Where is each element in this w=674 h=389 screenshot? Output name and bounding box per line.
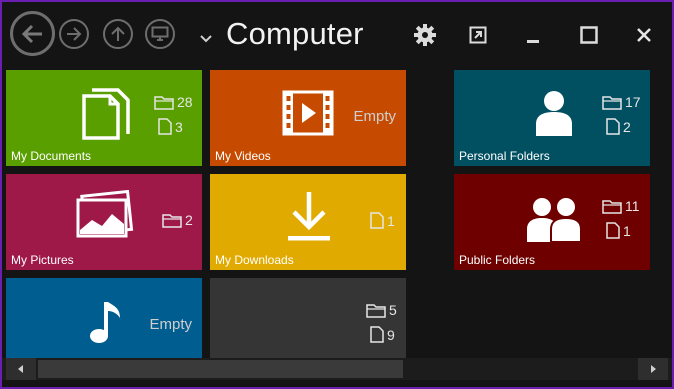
popout-icon (469, 26, 487, 44)
folder-count-value: 11 (625, 198, 640, 214)
gear-icon (414, 24, 436, 46)
file-count: 1 (370, 212, 395, 229)
tile-label: My Documents (11, 149, 92, 163)
tile-label: My Videos (215, 149, 271, 163)
scrollbar-thumb[interactable] (38, 360, 403, 378)
triangle-left-icon (18, 365, 23, 373)
download-icon (288, 192, 330, 241)
tile-my-downloads[interactable]: 1 My Downloads (210, 174, 406, 270)
forward-button[interactable] (59, 19, 89, 49)
close-button[interactable] (633, 24, 655, 46)
music-note-icon (90, 302, 120, 343)
minimize-button[interactable] (522, 24, 544, 46)
folder-count: 11 (602, 198, 640, 214)
tile-label: Public Folders (459, 253, 536, 267)
file-count: 9 (370, 326, 395, 343)
tile-label: My Pictures (11, 253, 74, 267)
file-count: 2 (606, 118, 631, 135)
folder-count: 5 (366, 302, 397, 318)
scroll-right-button[interactable] (638, 358, 668, 380)
folder-count-value: 17 (625, 94, 641, 110)
minimize-icon (527, 40, 539, 43)
file-count-value: 1 (387, 212, 395, 229)
chevron-down-icon (200, 35, 212, 43)
folder-count-value: 2 (185, 212, 193, 228)
file-count-value: 2 (623, 118, 631, 135)
window-title: Computer (226, 16, 364, 51)
triangle-right-icon (651, 365, 656, 373)
title-dropdown-button[interactable] (200, 30, 212, 48)
maximize-button[interactable] (578, 24, 600, 46)
file-icon (370, 326, 384, 343)
folder-icon (162, 213, 182, 228)
close-icon (637, 28, 651, 42)
folder-icon (154, 95, 174, 110)
file-count: 1 (606, 222, 631, 239)
monitor-icon (151, 26, 169, 41)
settings-button[interactable] (412, 22, 438, 48)
file-count-value: 9 (387, 326, 395, 343)
file-icon (158, 118, 172, 135)
file-count-value: 1 (623, 222, 631, 239)
tile-unnamed[interactable]: 5 9 (210, 278, 406, 358)
file-count-value: 3 (175, 118, 183, 135)
file-count: 3 (158, 118, 183, 135)
empty-status: Empty (149, 316, 192, 333)
maximize-icon (580, 26, 598, 44)
computer-button[interactable] (145, 19, 175, 49)
window: Computer 28 3 My Documents Empty My Vide… (2, 2, 672, 387)
folder-count-value: 28 (177, 94, 193, 110)
folder-count: 28 (154, 94, 193, 110)
file-icon (606, 222, 620, 239)
folder-count: 2 (162, 212, 193, 228)
up-arrow-icon (111, 26, 125, 41)
tile-my-music[interactable]: Empty (6, 278, 202, 358)
folder-count-value: 5 (389, 302, 397, 318)
folder-icon (366, 303, 386, 318)
tile-my-documents[interactable]: 28 3 My Documents (6, 70, 202, 166)
popout-button[interactable] (467, 24, 489, 46)
group-icon (527, 198, 582, 242)
back-button[interactable] (10, 11, 55, 56)
video-film-icon (282, 90, 334, 136)
file-icon (606, 118, 620, 135)
horizontal-scrollbar[interactable] (2, 358, 672, 380)
forward-arrow-icon (67, 27, 82, 41)
up-button[interactable] (103, 19, 133, 49)
tile-public-folders[interactable]: 11 1 Public Folders (454, 174, 650, 270)
tile-personal-folders[interactable]: 17 2 Personal Folders (454, 70, 650, 166)
tile-my-videos[interactable]: Empty My Videos (210, 70, 406, 166)
folder-icon (602, 95, 622, 110)
tile-my-pictures[interactable]: 2 My Pictures (6, 174, 202, 270)
file-icon (370, 212, 384, 229)
empty-status: Empty (353, 108, 396, 125)
folder-count: 17 (602, 94, 641, 110)
back-arrow-icon (21, 24, 42, 43)
person-icon (536, 91, 572, 136)
tile-label: My Downloads (215, 253, 294, 267)
tile-label: Personal Folders (459, 149, 550, 163)
scroll-left-button[interactable] (6, 358, 36, 380)
documents-icon (82, 88, 130, 140)
folder-icon (602, 199, 622, 214)
pictures-icon (76, 190, 134, 238)
